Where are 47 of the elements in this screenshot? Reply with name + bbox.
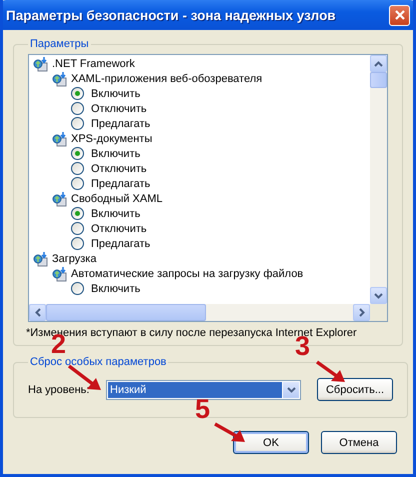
annotation-arrow xyxy=(214,422,245,442)
radio-button[interactable] xyxy=(71,87,84,100)
option-label[interactable]: Отключить xyxy=(91,102,147,114)
close-icon xyxy=(394,9,406,21)
vertical-scrollbar[interactable] xyxy=(370,55,387,304)
radio-button[interactable] xyxy=(71,147,84,160)
close-button[interactable] xyxy=(389,4,410,26)
option-label[interactable]: Предлагать xyxy=(91,178,150,190)
group-title: Параметры xyxy=(29,38,90,50)
category-label[interactable]: XAML-приложения веб-обозревателя xyxy=(71,72,262,84)
radio-button[interactable] xyxy=(71,102,84,115)
scroll-right-icon[interactable] xyxy=(358,308,364,317)
category-label[interactable]: .NET Framework xyxy=(52,58,135,70)
reset-button[interactable]: Сбросить... xyxy=(317,378,393,401)
ok-button[interactable]: OK xyxy=(233,431,309,454)
window-title: Параметры безопасности - зона надежных узлов xyxy=(6,8,336,22)
option-label[interactable]: Предлагать xyxy=(91,118,150,130)
level-label: На уровень: xyxy=(28,384,90,396)
radio-button[interactable] xyxy=(71,162,84,175)
category-label[interactable]: XPS-документы xyxy=(71,132,152,144)
group-title: Сброс особых параметров xyxy=(29,356,168,368)
scroll-thumb[interactable] xyxy=(46,304,206,321)
radio-button[interactable] xyxy=(71,237,84,250)
scroll-up-icon[interactable] xyxy=(374,60,383,66)
cancel-button[interactable]: Отмена xyxy=(321,431,397,454)
radio-button[interactable] xyxy=(71,207,84,220)
option-label[interactable]: Включить xyxy=(91,148,140,160)
option-label[interactable]: Включить xyxy=(91,208,140,220)
category-label[interactable]: Автоматические запросы на загрузку файлов xyxy=(71,268,304,280)
annotation-arrow xyxy=(316,360,345,382)
option-label[interactable]: Включить xyxy=(91,88,140,100)
category-label[interactable]: Свободный XAML xyxy=(71,192,163,204)
radio-button[interactable] xyxy=(71,177,84,190)
scroll-down-icon[interactable] xyxy=(374,292,383,298)
category-label[interactable]: Загрузка xyxy=(52,252,96,264)
radio-button[interactable] xyxy=(71,222,84,235)
scroll-left-icon[interactable] xyxy=(34,308,40,317)
option-label[interactable]: Отключить xyxy=(91,222,147,234)
option-label[interactable]: Предлагать xyxy=(91,238,150,250)
scrollbar-corner xyxy=(370,304,387,321)
horizontal-scrollbar[interactable] xyxy=(29,304,387,321)
option-label[interactable]: Отключить xyxy=(91,162,147,174)
radio-button[interactable] xyxy=(71,117,84,130)
radio-button[interactable] xyxy=(71,282,84,295)
scroll-thumb[interactable] xyxy=(370,72,387,88)
option-label[interactable]: Включить xyxy=(91,282,140,294)
level-dropdown[interactable]: Низкий xyxy=(106,380,301,400)
